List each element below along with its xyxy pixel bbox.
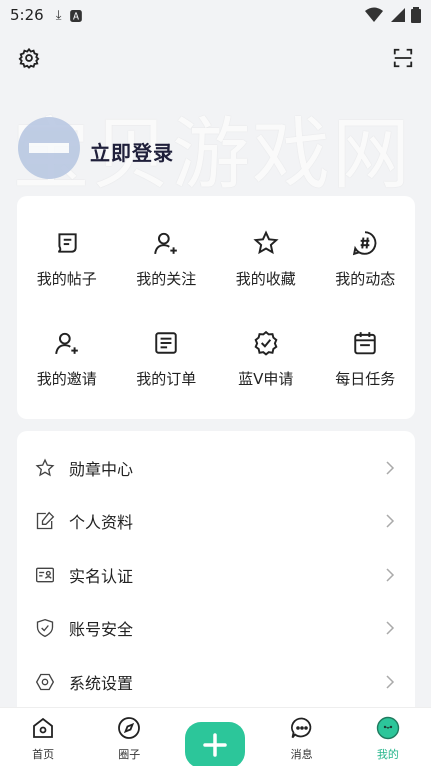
grid-item-my-invites[interactable]: 我的邀请: [17, 308, 117, 408]
grid-label: 我的邀请: [36, 370, 97, 388]
publish-button[interactable]: [185, 722, 246, 766]
grid-item-daily-tasks[interactable]: 每日任务: [316, 308, 416, 408]
edit-icon: [36, 511, 55, 530]
bottom-nav: 首页 圈子 消息 我的: [0, 707, 431, 766]
scan-button[interactable]: [389, 44, 417, 72]
menu-item-medal-center[interactable]: 勋章中心: [17, 441, 415, 495]
menu-label: 个人资料: [69, 513, 134, 533]
calendar-icon: [354, 332, 376, 355]
nav-circles[interactable]: 圈子: [86, 708, 172, 762]
follow-icon: [154, 232, 178, 254]
menu-item-system-settings[interactable]: 系统设置: [17, 655, 415, 709]
chevron-right-icon: [386, 621, 395, 635]
avatar-placeholder: [29, 143, 69, 153]
grid-item-my-posts[interactable]: 我的帖子: [17, 208, 117, 308]
grid-label: 我的动态: [335, 270, 396, 288]
chevron-right-icon: [386, 514, 395, 528]
nav-label: 我的: [376, 748, 399, 761]
order-icon: [155, 332, 177, 354]
message-icon: [290, 717, 311, 739]
grid-label: 我的订单: [136, 370, 197, 388]
nav-profile[interactable]: 我的: [345, 708, 431, 762]
menu-label: 账号安全: [69, 620, 134, 640]
shortcut-grid: 我的帖子 我的关注 我的收藏 我的动态 我的邀请 我的订单 蓝V申请 每日任务: [17, 196, 415, 408]
nav-messages[interactable]: 消息: [259, 708, 345, 762]
settings-button[interactable]: [15, 44, 43, 72]
profile-icon: [376, 716, 400, 740]
grid-item-my-favorites[interactable]: 我的收藏: [216, 208, 316, 308]
status-right: [365, 7, 421, 23]
chevron-right-icon: [386, 675, 395, 689]
star-icon: [35, 458, 55, 477]
grid-item-bluev-apply[interactable]: 蓝V申请: [216, 308, 316, 408]
nav-label: 圈子: [118, 748, 141, 761]
compass-icon: [118, 717, 141, 739]
home-icon: [33, 717, 53, 738]
menu-item-profile[interactable]: 个人资料: [17, 495, 415, 549]
posts-icon: [57, 233, 77, 253]
id-card-icon: [36, 567, 54, 583]
grid-item-my-follow[interactable]: 我的关注: [117, 208, 217, 308]
menu-label: 系统设置: [69, 673, 134, 693]
battery-icon: [411, 7, 421, 23]
gear-icon: [18, 47, 40, 69]
settings-icon: [35, 673, 55, 690]
notification-a-icon: 🅰: [69, 9, 83, 25]
login-link[interactable]: 立即登录: [90, 137, 174, 166]
avatar[interactable]: [18, 117, 80, 179]
invite-icon: [54, 332, 78, 354]
chevron-right-icon: [386, 461, 395, 475]
menu-card: 勋章中心 个人资料 实名认证 账号安全 系统设置: [17, 431, 415, 721]
grid-label: 每日任务: [335, 370, 396, 388]
shortcut-grid-card: 我的帖子 我的关注 我的收藏 我的动态 我的邀请 我的订单 蓝V申请 每日任务: [17, 196, 415, 419]
hashtag-icon: [353, 231, 377, 256]
grid-item-my-orders[interactable]: 我的订单: [117, 308, 217, 408]
star-icon: [253, 230, 279, 255]
shield-icon: [36, 619, 54, 638]
nav-home[interactable]: 首页: [0, 708, 86, 762]
nav-label: 消息: [290, 748, 313, 761]
chevron-right-icon: [386, 568, 395, 582]
grid-label: 我的收藏: [235, 270, 296, 288]
status-time: 5:26: [10, 6, 44, 24]
signal-icon: [391, 8, 405, 22]
grid-label: 我的关注: [136, 270, 197, 288]
status-bar: 5:26 ⤓ 🅰: [0, 0, 431, 30]
menu-item-account-security[interactable]: 账号安全: [17, 602, 415, 656]
grid-label: 我的帖子: [36, 270, 97, 288]
plus-icon: [203, 733, 228, 757]
menu-item-real-name-auth[interactable]: 实名认证: [17, 548, 415, 602]
verified-badge-icon: [254, 330, 278, 356]
nav-publish[interactable]: [172, 708, 258, 766]
menu-label: 实名认证: [69, 566, 134, 586]
download-icon: ⤓: [55, 7, 62, 23]
wifi-icon: [365, 7, 383, 22]
menu-label: 勋章中心: [69, 459, 134, 479]
grid-label: 蓝V申请: [238, 370, 294, 388]
scan-icon: [393, 48, 413, 68]
nav-label: 首页: [32, 748, 55, 761]
grid-item-my-activity[interactable]: 我的动态: [316, 208, 416, 308]
